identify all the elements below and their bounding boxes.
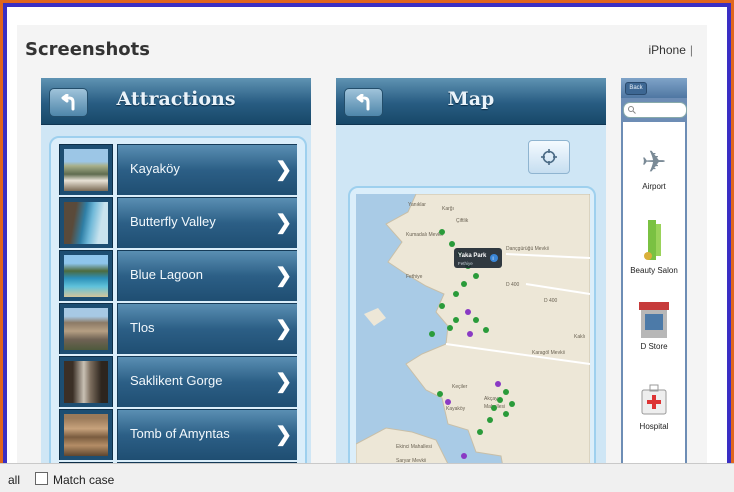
list-item-button[interactable]: Blue Lagoon ❯ [117,250,297,301]
map-label: Akçay [484,396,498,402]
ipad-item-label: Hospital [639,422,669,431]
callout-subtitle: Fethiye [458,261,473,266]
locate-button[interactable] [528,140,570,174]
list-item-label: Tomb of Amyntas [130,426,230,441]
match-case-checkbox[interactable] [35,472,48,485]
list-item-button[interactable]: Saklikent Gorge ❯ [117,356,297,407]
list-item-label: Blue Lagoon [130,267,204,282]
list-item[interactable]: Saklikent Gorge ❯ [59,356,297,407]
map-label: Yanıklar [408,202,426,208]
ipad-category-list: ✈ Airport Beauty Salon D Store Hospital [623,122,685,484]
crosshair-icon [541,149,557,165]
tab-iphone[interactable]: iPhone [649,43,686,57]
ipad-item-label: D Store [640,342,668,351]
device-tabs: iPhone|iPad [649,43,700,57]
list-item-button[interactable]: Butterfly Valley ❯ [117,197,297,248]
thumbnail [59,303,113,354]
map-view[interactable]: Yanıklar Karğı Çiftlik Kumadalı Mevkii D… [348,186,596,484]
chevron-right-icon: ❯ [275,424,292,446]
list-item-label: Saklikent Gorge [130,373,223,388]
window-frame: Screenshots iPhone|iPad Attractions [0,0,734,491]
list-item[interactable]: Blue Lagoon ❯ [59,250,297,301]
chevron-right-icon: ❯ [275,265,292,287]
list-item-label: Butterfly Valley [130,214,216,229]
ipad-item-label: Beauty Salon [630,266,678,275]
map-label: Kayaköy [446,406,466,412]
info-icon-glyph: i [493,256,494,262]
map-label: Ekinci Mahallesi [396,444,432,450]
ipad-search-input[interactable] [623,102,687,118]
list-item[interactable]: Butterfly Valley ❯ [59,197,297,248]
map-canvas[interactable]: Yanıklar Karğı Çiftlik Kumadalı Mevkii D… [356,194,590,484]
map-label: Karğı [442,206,454,212]
map-screenshot: Map Yanıklar Karğı Çiftlik Kumadalı Mevk… [336,78,606,484]
map-label: Kaklı [574,334,585,340]
ipad-item-d-store[interactable]: D Store [623,298,685,351]
list-item-button[interactable]: Kayaköy ❯ [117,144,297,195]
map-label: Fethiye [406,274,423,280]
attractions-title: Attractions [116,88,236,110]
thumbnail [59,356,113,407]
info-icon[interactable] [490,254,498,262]
list-item[interactable]: Tomb of Amyntas ❯ [59,409,297,460]
callout-title: Yaka Park [458,253,487,259]
thumbnail [59,250,113,301]
chevron-right-icon: ❯ [275,318,292,340]
list-item[interactable]: Kayaköy ❯ [59,144,297,195]
ipad-screenshot: Back ✈ Airport Beauty Salon D Store Hosp… [621,78,687,484]
tab-separator: | [689,43,693,57]
map-label: Kumadalı Mevkii [406,232,443,238]
ipad-item-hospital[interactable]: Hospital [623,382,685,431]
ipad-item-beauty-salon[interactable]: Beauty Salon [623,218,685,275]
map-label: Çiftlik [456,218,469,224]
list-item[interactable]: Tlos ❯ [59,303,297,354]
store-icon [623,298,685,342]
map-label: Karagöl Mevkii [532,350,565,356]
list-item-button[interactable]: Tlos ❯ [117,303,297,354]
find-bar: all Match case [0,463,734,492]
map-callout[interactable]: Yaka Park Fethiye i [454,248,502,268]
map-label: Dançgürüğü Mevkii [506,246,549,252]
chevron-right-icon: ❯ [275,159,292,181]
ipad-item-airport[interactable]: ✈ Airport [623,144,685,191]
section-title: Screenshots [25,39,150,60]
map-title: Map [447,88,495,110]
search-icon [628,106,636,114]
map-label: Keçiler [452,384,468,390]
chevron-right-icon: ❯ [275,212,292,234]
thumbnail [59,197,113,248]
ipad-item-label: Airport [642,182,666,191]
scissors-comb-icon [623,218,685,266]
list-item-label: Kayaköy [130,161,180,176]
thumbnail [59,144,113,195]
match-case-label[interactable]: Match case [53,473,114,487]
map-navbar: Map [336,78,606,125]
map-label: D 400 [506,282,520,288]
find-all-label[interactable]: all [8,473,20,487]
ipad-navbar: Back [621,78,687,98]
page-area: Screenshots iPhone|iPad Attractions [7,7,727,484]
chevron-right-icon: ❯ [275,371,292,393]
thumbnail [59,409,113,460]
map-label: D 400 [544,298,558,304]
list-item-label: Tlos [130,320,155,335]
first-aid-kit-icon [623,382,685,422]
airplane-icon: ✈ [641,146,667,179]
list-item-button[interactable]: Tomb of Amyntas ❯ [117,409,297,460]
attractions-screenshot: Attractions Kayaköy ❯ Butterfly Valley ❯… [41,78,311,484]
ipad-back-button[interactable]: Back [625,82,647,95]
attractions-navbar: Attractions [41,78,311,125]
attractions-list: Kayaköy ❯ Butterfly Valley ❯ Blue Lagoon… [49,136,307,484]
screenshots-panel: Screenshots iPhone|iPad Attractions [17,25,707,484]
